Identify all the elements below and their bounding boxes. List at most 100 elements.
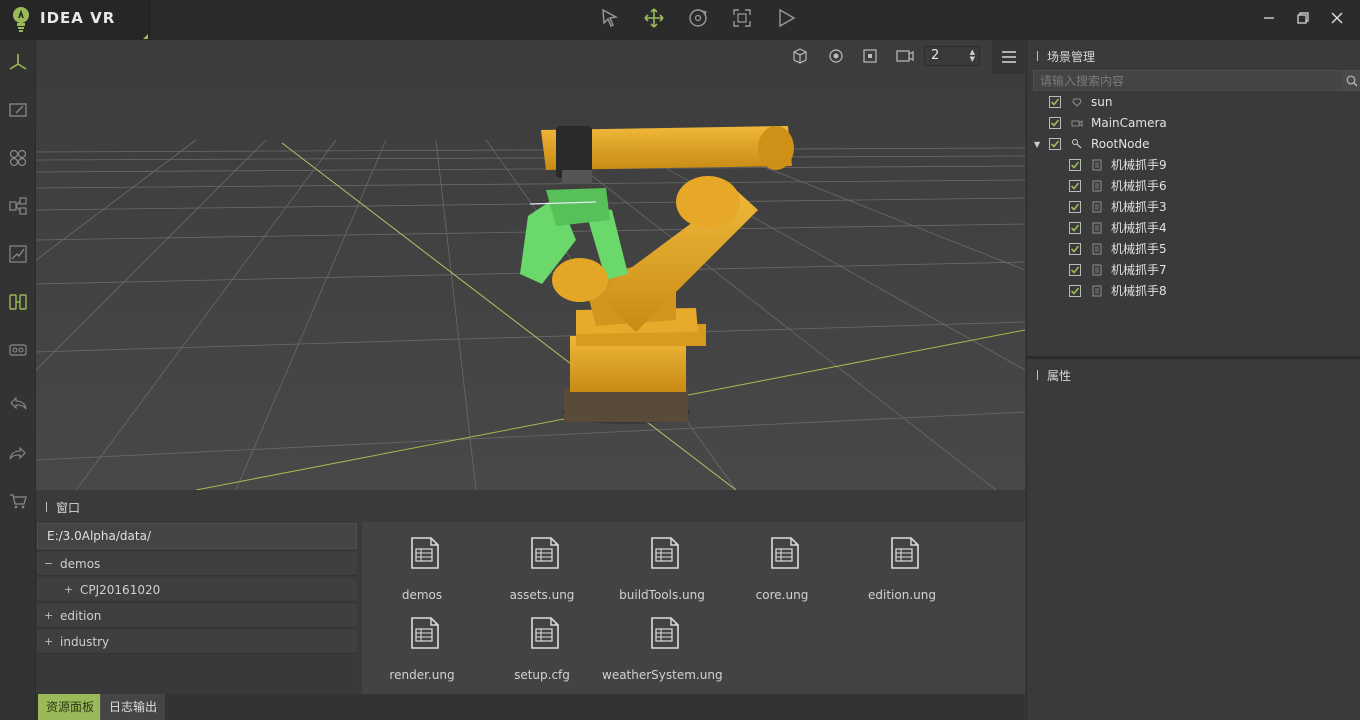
visibility-checkbox[interactable] bbox=[1069, 159, 1081, 171]
store-button[interactable] bbox=[6, 489, 30, 513]
center-view-button[interactable] bbox=[859, 46, 881, 66]
hierarchy-icon bbox=[9, 197, 27, 215]
restore-button[interactable] bbox=[1291, 8, 1315, 28]
vr-link-button[interactable] bbox=[6, 290, 30, 314]
search-icon bbox=[1346, 75, 1358, 86]
file-name: buildTools.ung bbox=[619, 588, 705, 602]
scene-node-4[interactable]: 机械抓手9 bbox=[1027, 155, 1360, 176]
file-item[interactable]: render.ung bbox=[367, 602, 477, 682]
tab-log-output[interactable]: 日志输出 bbox=[100, 694, 166, 720]
cube-icon bbox=[793, 48, 807, 64]
checkmark-icon bbox=[1070, 203, 1080, 211]
scene-node-label: 机械抓手7 bbox=[1111, 263, 1167, 277]
file-item[interactable]: buildTools.ung bbox=[607, 522, 717, 602]
scene-node-3[interactable]: ▼ RootNode bbox=[1027, 134, 1360, 155]
curve-editor-button[interactable] bbox=[6, 242, 30, 266]
redo-icon bbox=[9, 446, 26, 460]
tab-resources[interactable]: 资源面板 bbox=[38, 694, 103, 720]
file-name: assets.ung bbox=[509, 588, 575, 602]
camera-index-value: 2 bbox=[931, 48, 940, 63]
undo-button[interactable] bbox=[6, 392, 30, 416]
visibility-checkbox[interactable] bbox=[1069, 222, 1081, 234]
link-device-icon bbox=[9, 294, 27, 310]
undo-icon bbox=[10, 396, 27, 410]
play-button[interactable] bbox=[772, 6, 800, 30]
search-button[interactable] bbox=[1342, 71, 1360, 90]
vr-headset-icon bbox=[9, 344, 27, 356]
scene-node-2[interactable]: MainCamera bbox=[1027, 113, 1360, 134]
minimize-icon bbox=[1264, 17, 1274, 19]
file-item[interactable]: core.ung bbox=[727, 522, 837, 602]
grid-circles-icon bbox=[9, 149, 27, 167]
edit-panel-button[interactable] bbox=[6, 98, 30, 122]
scene-search bbox=[1033, 70, 1360, 91]
checkmark-icon bbox=[1070, 266, 1080, 274]
scene-node-label: 机械抓手6 bbox=[1111, 179, 1167, 193]
checkmark-icon bbox=[1070, 287, 1080, 295]
viewport-menu-button[interactable] bbox=[992, 40, 1025, 74]
tree-item-edition[interactable]: + edition bbox=[37, 604, 357, 628]
camera-index-spinner[interactable]: 2 ▲ ▼ bbox=[924, 46, 980, 66]
window-panel-header: 窗口 bbox=[36, 490, 1025, 522]
target-icon bbox=[829, 49, 843, 63]
scene-node-8[interactable]: 机械抓手5 bbox=[1027, 239, 1360, 260]
tree-item-label: demos bbox=[60, 557, 101, 571]
minimize-button[interactable] bbox=[1257, 8, 1281, 28]
scale-tool-button[interactable] bbox=[728, 6, 756, 30]
spinner-arrows-icon[interactable]: ▲ ▼ bbox=[970, 49, 975, 63]
expand-sign-icon[interactable]: + bbox=[44, 604, 53, 628]
file-item[interactable]: setup.cfg bbox=[487, 602, 597, 682]
axis-tool-button[interactable] bbox=[6, 50, 30, 74]
file-item[interactable]: demos bbox=[367, 522, 477, 602]
scene-canvas[interactable] bbox=[36, 40, 1025, 490]
file-item[interactable]: weatherSystem.ung bbox=[602, 602, 723, 682]
tree-item-demos[interactable]: − demos bbox=[37, 552, 357, 576]
vr-headset-button[interactable] bbox=[6, 338, 30, 362]
play-icon bbox=[779, 8, 796, 28]
scene-node-10[interactable]: 机械抓手8 bbox=[1027, 281, 1360, 302]
visibility-checkbox[interactable] bbox=[1049, 138, 1061, 150]
rotate-tool-button[interactable] bbox=[684, 6, 712, 30]
visibility-checkbox[interactable] bbox=[1069, 201, 1081, 213]
collapse-sign-icon[interactable]: − bbox=[44, 552, 53, 576]
visibility-checkbox[interactable] bbox=[1069, 243, 1081, 255]
document-icon bbox=[651, 537, 679, 569]
panel-divider[interactable] bbox=[1027, 356, 1360, 359]
components-button[interactable] bbox=[6, 146, 30, 170]
scene-node-6[interactable]: 机械抓手3 bbox=[1027, 197, 1360, 218]
file-item[interactable]: edition.ung bbox=[847, 522, 957, 602]
scene-node-5[interactable]: 机械抓手6 bbox=[1027, 176, 1360, 197]
file-item[interactable]: assets.ung bbox=[487, 522, 597, 602]
corner-mark bbox=[143, 34, 148, 39]
file-name: setup.cfg bbox=[514, 668, 570, 682]
visibility-checkbox[interactable] bbox=[1069, 180, 1081, 192]
perspective-view-button[interactable] bbox=[789, 46, 811, 66]
mesh-icon bbox=[1092, 159, 1102, 171]
redo-button[interactable] bbox=[6, 442, 30, 466]
scene-search-input[interactable] bbox=[1034, 71, 1334, 90]
visibility-checkbox[interactable] bbox=[1049, 96, 1061, 108]
scene-node-7[interactable]: 机械抓手4 bbox=[1027, 218, 1360, 239]
move-tool-button[interactable] bbox=[640, 6, 668, 30]
expand-sign-icon[interactable]: + bbox=[44, 630, 53, 654]
focus-view-button[interactable] bbox=[825, 46, 847, 66]
expand-sign-icon[interactable]: + bbox=[64, 578, 73, 602]
close-button[interactable] bbox=[1325, 8, 1349, 28]
checkmark-icon bbox=[1070, 161, 1080, 169]
visibility-checkbox[interactable] bbox=[1069, 264, 1081, 276]
current-path[interactable]: E:/3.0Alpha/data/ bbox=[37, 523, 357, 549]
visibility-checkbox[interactable] bbox=[1049, 117, 1061, 129]
camera-view-button[interactable] bbox=[894, 46, 916, 66]
select-tool-button[interactable] bbox=[596, 6, 624, 30]
hierarchy-button[interactable] bbox=[6, 194, 30, 218]
rotate-icon bbox=[689, 9, 707, 27]
scene-node-1[interactable]: sun bbox=[1027, 92, 1360, 113]
scene-node-label: 机械抓手9 bbox=[1111, 158, 1167, 172]
scene-node-label: sun bbox=[1091, 95, 1113, 109]
tree-item-cpj20161020[interactable]: + CPJ20161020 bbox=[37, 578, 357, 602]
expand-arrow-icon[interactable]: ▼ bbox=[1034, 134, 1040, 155]
tree-item-industry[interactable]: + industry bbox=[37, 630, 357, 654]
scene-viewport[interactable]: 2 ▲ ▼ bbox=[36, 40, 1025, 490]
scene-node-9[interactable]: 机械抓手7 bbox=[1027, 260, 1360, 281]
visibility-checkbox[interactable] bbox=[1069, 285, 1081, 297]
